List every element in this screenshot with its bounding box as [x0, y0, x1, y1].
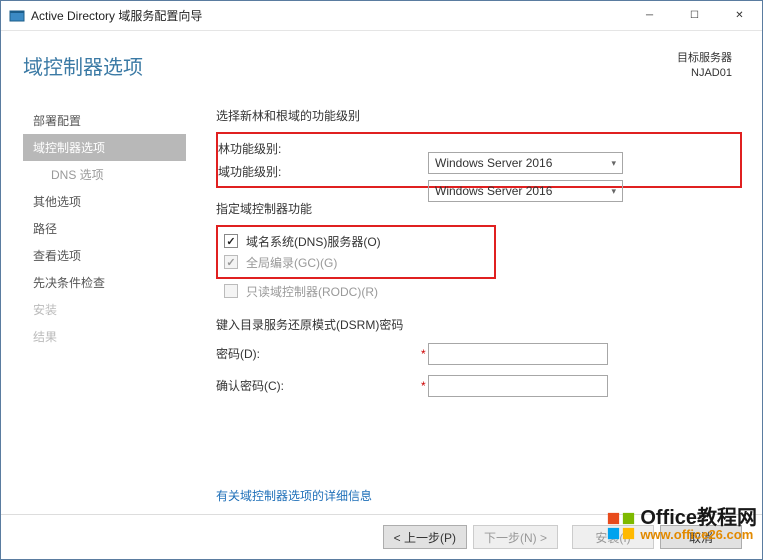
maximize-button[interactable]: ☐ [672, 1, 717, 31]
cancel-button[interactable]: 取消 [660, 525, 742, 549]
chevron-down-icon: ▾ [611, 158, 616, 169]
content-area: 域控制器选项 目标服务器 NJAD01 部署配置 域控制器选项 DNS 选项 其… [1, 31, 762, 559]
domain-level-label: 域功能级别: [218, 163, 423, 180]
minimize-button[interactable]: ─ [627, 1, 672, 31]
rodc-checkbox [224, 284, 238, 298]
footer: < 上一步(P) 下一步(N) > 安装(I) 取消 [1, 514, 762, 559]
dns-checkbox[interactable] [224, 234, 238, 248]
dsrm-heading: 键入目录服务还原模式(DSRM)密码 [216, 316, 742, 333]
forest-level-dropdown[interactable]: Windows Server 2016 ▾ [428, 152, 623, 174]
domain-level-dropdown[interactable]: Windows Server 2016 ▾ [428, 180, 623, 202]
rodc-checkbox-row: 只读域控制器(RODC)(R) [216, 283, 742, 300]
domain-level-value: Windows Server 2016 [435, 184, 552, 198]
next-button: 下一步(N) > [473, 525, 558, 549]
titlebar: Active Directory 域服务配置向导 ─ ☐ ✕ [1, 1, 762, 31]
wizard-window: Active Directory 域服务配置向导 ─ ☐ ✕ 域控制器选项 目标… [0, 0, 763, 560]
gc-checkbox-label: 全局编录(GC)(G) [246, 254, 337, 271]
dc-capabilities-heading: 指定域控制器功能 [216, 200, 742, 217]
forest-level-label: 林功能级别: [218, 140, 423, 157]
rodc-checkbox-label: 只读域控制器(RODC)(R) [246, 283, 378, 300]
forest-level-value: Windows Server 2016 [435, 156, 552, 170]
target-server: 目标服务器 NJAD01 [677, 51, 732, 82]
sidebar-item-dns[interactable]: DNS 选项 [23, 161, 186, 188]
functional-level-heading: 选择新林和根域的功能级别 [216, 107, 742, 124]
window-controls: ─ ☐ ✕ [627, 1, 762, 31]
required-marker: * [421, 379, 426, 393]
header: 域控制器选项 目标服务器 NJAD01 [1, 31, 762, 97]
sidebar-item-deploy[interactable]: 部署配置 [23, 107, 186, 134]
gc-checkbox-row: 全局编录(GC)(G) [218, 254, 494, 271]
app-icon [9, 8, 25, 24]
password-label: 密码(D): [216, 345, 421, 362]
chevron-down-icon: ▾ [611, 186, 616, 197]
target-server-name: NJAD01 [677, 66, 732, 81]
highlight-box-capabilities: 域名系统(DNS)服务器(O) 全局编录(GC)(G) [216, 225, 496, 279]
dns-checkbox-row[interactable]: 域名系统(DNS)服务器(O) [218, 233, 494, 250]
close-button[interactable]: ✕ [717, 1, 762, 31]
sidebar-item-install: 安装 [23, 296, 186, 323]
confirm-password-input[interactable] [428, 375, 608, 397]
page-title: 域控制器选项 [23, 51, 143, 82]
sidebar-item-other[interactable]: 其他选项 [23, 188, 186, 215]
dns-checkbox-label: 域名系统(DNS)服务器(O) [246, 233, 381, 250]
confirm-password-row: 确认密码(C): * [216, 375, 742, 397]
main-area: 部署配置 域控制器选项 DNS 选项 其他选项 路径 查看选项 先决条件检查 安… [1, 97, 762, 514]
gc-checkbox [224, 255, 238, 269]
password-input[interactable] [428, 343, 608, 365]
sidebar-item-paths[interactable]: 路径 [23, 215, 186, 242]
sidebar-item-results: 结果 [23, 323, 186, 350]
sidebar-item-dc-options[interactable]: 域控制器选项 [23, 134, 186, 161]
previous-button[interactable]: < 上一步(P) [383, 525, 467, 549]
more-info-link[interactable]: 有关域控制器选项的详细信息 [216, 487, 372, 504]
target-server-label: 目标服务器 [677, 51, 732, 66]
install-button: 安装(I) [572, 525, 654, 549]
sidebar: 部署配置 域控制器选项 DNS 选项 其他选项 路径 查看选项 先决条件检查 安… [1, 97, 186, 514]
sidebar-item-prereq[interactable]: 先决条件检查 [23, 269, 186, 296]
sidebar-item-review[interactable]: 查看选项 [23, 242, 186, 269]
required-marker: * [421, 347, 426, 361]
password-row: 密码(D): * [216, 343, 742, 365]
confirm-password-label: 确认密码(C): [216, 377, 421, 394]
form-area: 选择新林和根域的功能级别 林功能级别: 域功能级别: Windows Serve… [186, 97, 762, 514]
window-title: Active Directory 域服务配置向导 [31, 7, 202, 24]
